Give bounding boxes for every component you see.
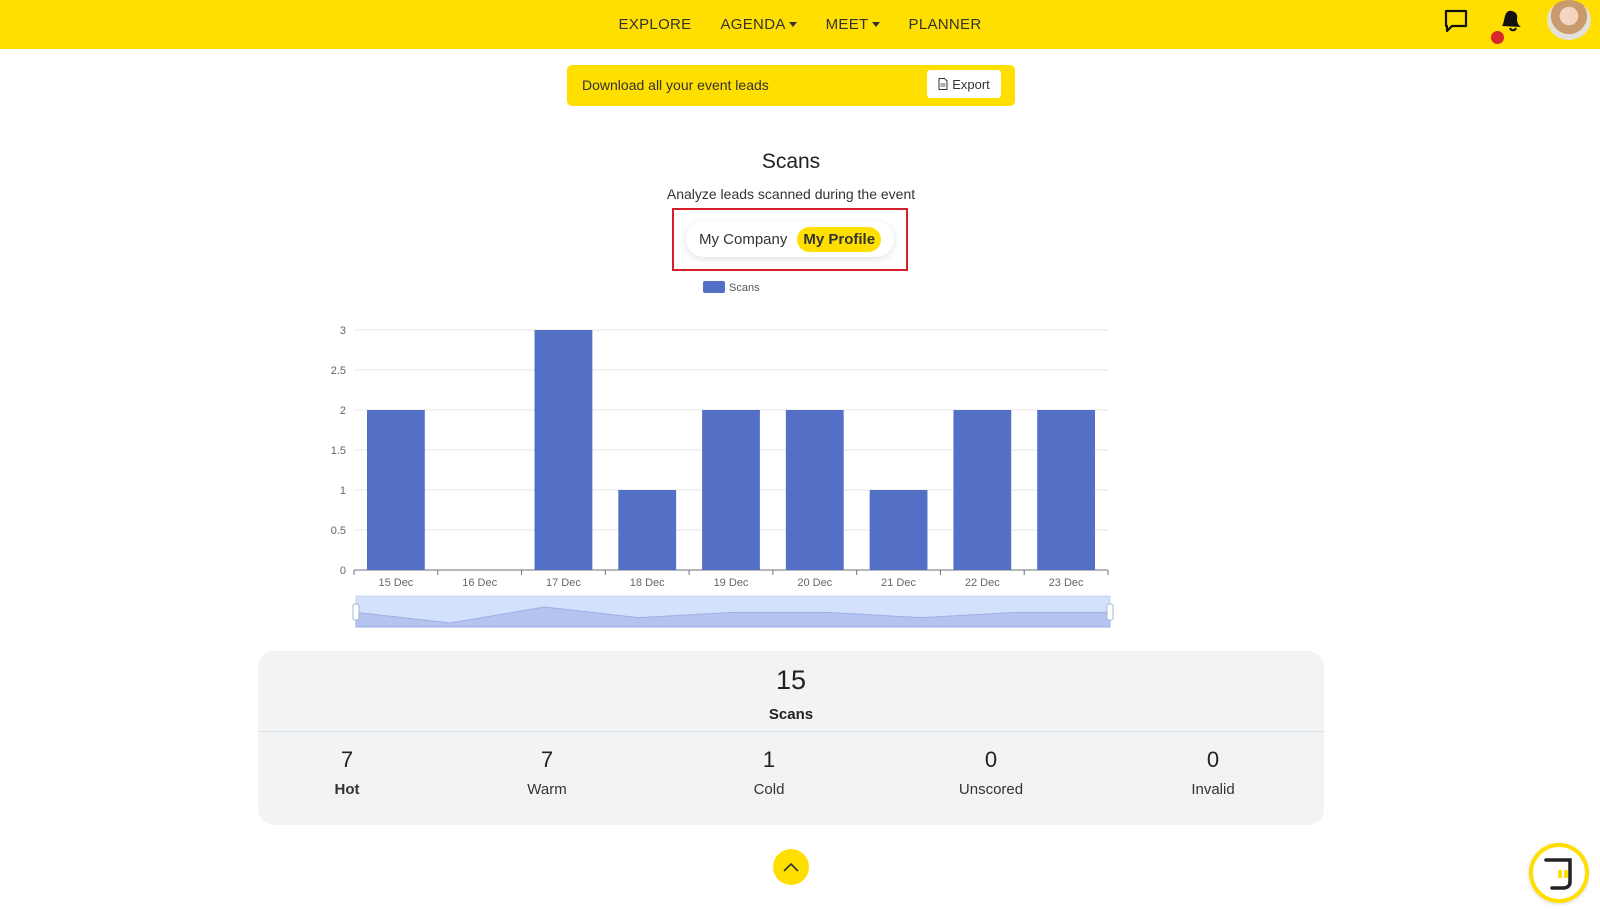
y-tick-label: 0 — [340, 565, 346, 577]
main-nav: EXPLORE AGENDA MEET PLANNER — [0, 0, 1600, 49]
x-tick-label: 16 Dec — [462, 577, 497, 589]
stat-warm: 7 Warm — [527, 747, 567, 798]
chevron-up-icon — [783, 862, 799, 872]
chat-icon[interactable] — [1443, 8, 1469, 34]
scroll-to-top-button[interactable] — [773, 849, 809, 885]
stat-unscored: 0 Unscored — [958, 747, 1024, 798]
bar[interactable] — [618, 490, 677, 570]
legend-label: Scans — [729, 282, 760, 294]
total-scans-label: Scans — [768, 706, 814, 723]
company-profile-toggle: My Company My Profile — [686, 221, 894, 257]
chevron-down-icon — [871, 22, 880, 27]
bar[interactable] — [366, 410, 425, 570]
help-widget-button[interactable] — [1529, 843, 1589, 903]
bar[interactable] — [1037, 410, 1096, 570]
export-banner: Download all your event leads Export — [567, 65, 1015, 106]
toggle-my-company[interactable]: My Company — [699, 231, 787, 248]
export-button[interactable]: Export — [927, 70, 1001, 98]
zoom-handle-left[interactable] — [352, 603, 360, 621]
x-tick-label: 20 Dec — [797, 577, 832, 589]
chat-widget-icon — [1544, 858, 1572, 890]
y-axis: 0 0.5 1 1.5 2 2.5 3 — [331, 325, 346, 577]
export-banner-text: Download all your event leads — [582, 77, 769, 93]
scan-stats-panel: 15 Scans 7 Hot 7 Warm 1 Cold 0 Unscored … — [258, 651, 1324, 825]
bar[interactable] — [953, 410, 1012, 570]
chevron-down-icon — [788, 22, 797, 27]
legend-swatch — [703, 281, 725, 293]
bell-icon[interactable] — [1496, 6, 1524, 34]
nav-meet[interactable]: MEET — [826, 16, 880, 33]
x-tick-label: 18 Dec — [630, 577, 665, 589]
y-tick-label: 2 — [340, 405, 346, 417]
x-tick-label: 22 Dec — [965, 577, 1000, 589]
section-title: Scans — [761, 150, 821, 173]
nav-agenda[interactable]: AGENDA — [720, 16, 797, 33]
notification-badge — [1491, 31, 1504, 44]
section-subtitle: Analyze leads scanned during the event — [666, 186, 916, 202]
chart-legend[interactable]: Scans — [703, 281, 760, 294]
y-tick-label: 0.5 — [331, 525, 346, 537]
stat-hot: 7 Hot — [334, 747, 360, 798]
y-tick-label: 1 — [340, 485, 346, 497]
divider — [258, 731, 1324, 732]
zoom-handle-right[interactable] — [1106, 603, 1114, 621]
nav-planner[interactable]: PLANNER — [909, 16, 982, 33]
score-breakdown: 7 Hot 7 Warm 1 Cold 0 Unscored 0 Invalid — [258, 747, 1324, 807]
y-tick-label: 3 — [340, 325, 346, 337]
bar[interactable] — [534, 330, 593, 570]
zoom-slider[interactable] — [352, 595, 1114, 628]
x-tick-label: 19 Dec — [714, 577, 749, 589]
y-tick-label: 1.5 — [331, 445, 346, 457]
avatar[interactable] — [1547, 0, 1591, 40]
total-scans-value: 15 — [775, 665, 807, 695]
x-tick-label: 15 Dec — [378, 577, 413, 589]
bar[interactable] — [785, 410, 844, 570]
x-tick-label: 17 Dec — [546, 577, 581, 589]
doc-icon — [938, 78, 948, 90]
x-tick-label: 21 Dec — [881, 577, 916, 589]
stat-cold: 1 Cold — [753, 747, 785, 798]
nav-explore[interactable]: EXPLORE — [619, 16, 692, 33]
scans-bar-chart: Scans 0 0.5 1 1.5 2 2.5 3 15 Dec 16 Dec 17 Dec 18… — [331, 281, 1114, 628]
bar[interactable] — [702, 410, 760, 570]
y-tick-label: 2.5 — [331, 365, 346, 377]
toggle-my-profile[interactable]: My Profile — [797, 226, 882, 252]
x-axis: 15 Dec 16 Dec 17 Dec 18 Dec 19 Dec 20 Dec 21 D… — [353, 570, 1109, 589]
top-navigation-bar: EXPLORE AGENDA MEET PLANNER — [0, 0, 1600, 49]
x-tick-label: 23 Dec — [1049, 577, 1084, 589]
stat-invalid: 0 Invalid — [1191, 747, 1235, 798]
bar[interactable] — [869, 490, 928, 570]
